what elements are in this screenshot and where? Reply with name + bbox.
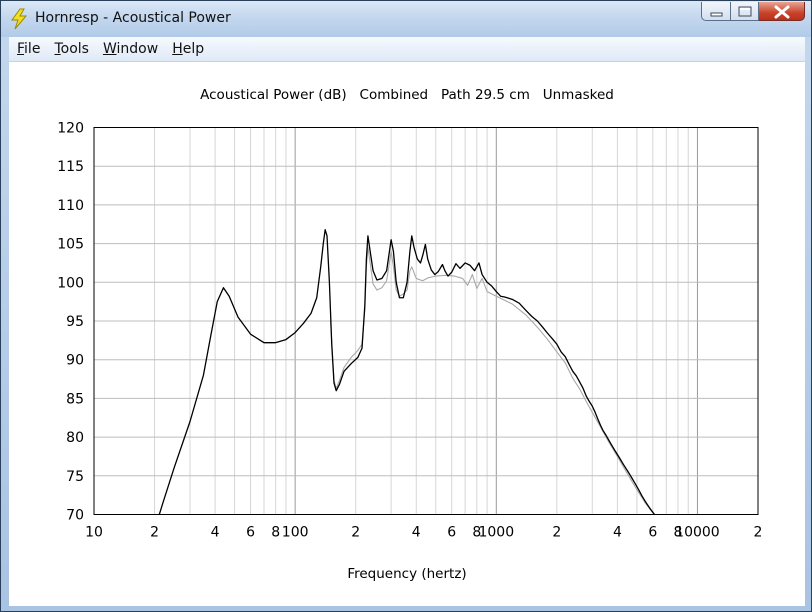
- x-tick-label: 2: [552, 525, 561, 541]
- app-window: Hornresp - Acoustical Power File Tools W…: [0, 0, 812, 612]
- chart-area: Acoustical Power (dB) Combined Path 29.5…: [9, 61, 805, 606]
- x-tick-label: 2: [754, 525, 763, 541]
- x-tick-label: 4: [613, 525, 622, 541]
- x-tick-label: 6: [648, 525, 657, 541]
- close-button[interactable]: [759, 2, 805, 21]
- x-tick-label: 10000: [675, 525, 720, 541]
- y-tick-label: 85: [66, 391, 84, 407]
- minimize-icon: [710, 12, 723, 17]
- x-tick-label: 4: [211, 525, 220, 541]
- caption-buttons: [701, 2, 805, 22]
- y-tick-label: 110: [57, 198, 84, 214]
- maximize-button[interactable]: [731, 2, 759, 21]
- y-tick-label: 90: [66, 353, 84, 369]
- close-icon: [774, 5, 790, 19]
- x-tick-label: 1000: [478, 525, 514, 541]
- y-tick-label: 105: [57, 237, 84, 253]
- x-tick-label: 100: [282, 525, 309, 541]
- minimize-button[interactable]: [701, 2, 731, 21]
- x-tick-label: 6: [447, 525, 456, 541]
- y-tick-label: 115: [57, 159, 84, 175]
- menu-tools[interactable]: Tools: [47, 37, 96, 61]
- title-bar[interactable]: Hornresp - Acoustical Power: [1, 1, 811, 37]
- menu-help[interactable]: Help: [165, 37, 211, 61]
- y-tick-label: 75: [66, 469, 84, 485]
- y-axis-ticks: 120 115 110 105 100 95 90 85 80 75 70: [57, 121, 84, 524]
- menu-file[interactable]: File: [9, 37, 47, 61]
- x-tick-label: 6: [246, 525, 255, 541]
- y-tick-label: 70: [66, 508, 84, 524]
- window-title: Hornresp - Acoustical Power: [35, 10, 231, 26]
- x-tick-label: 10: [85, 525, 103, 541]
- maximize-icon: [738, 6, 752, 17]
- y-tick-label: 100: [57, 275, 84, 291]
- chart-title: Acoustical Power (dB) Combined Path 29.5…: [200, 87, 614, 103]
- x-tick-label: 2: [150, 525, 159, 541]
- menu-window[interactable]: Window: [96, 37, 165, 61]
- acoustical-power-chart: Acoustical Power (dB) Combined Path 29.5…: [57, 87, 762, 582]
- x-tick-label: 4: [412, 525, 421, 541]
- x-axis-ticks: 10 2 4 6 8 100 2 4 6 81000 2 4 6 810000 2: [85, 525, 762, 541]
- y-tick-label: 95: [66, 314, 84, 330]
- y-tick-label: 120: [57, 121, 84, 137]
- y-tick-label: 80: [66, 430, 84, 446]
- x-tick-label: 2: [351, 525, 360, 541]
- x-axis-label: Frequency (hertz): [347, 566, 466, 582]
- lightning-bolt-icon: [11, 8, 28, 30]
- menu-bar: File Tools Window Help: [9, 37, 805, 61]
- x-tick-label: 8: [271, 525, 280, 541]
